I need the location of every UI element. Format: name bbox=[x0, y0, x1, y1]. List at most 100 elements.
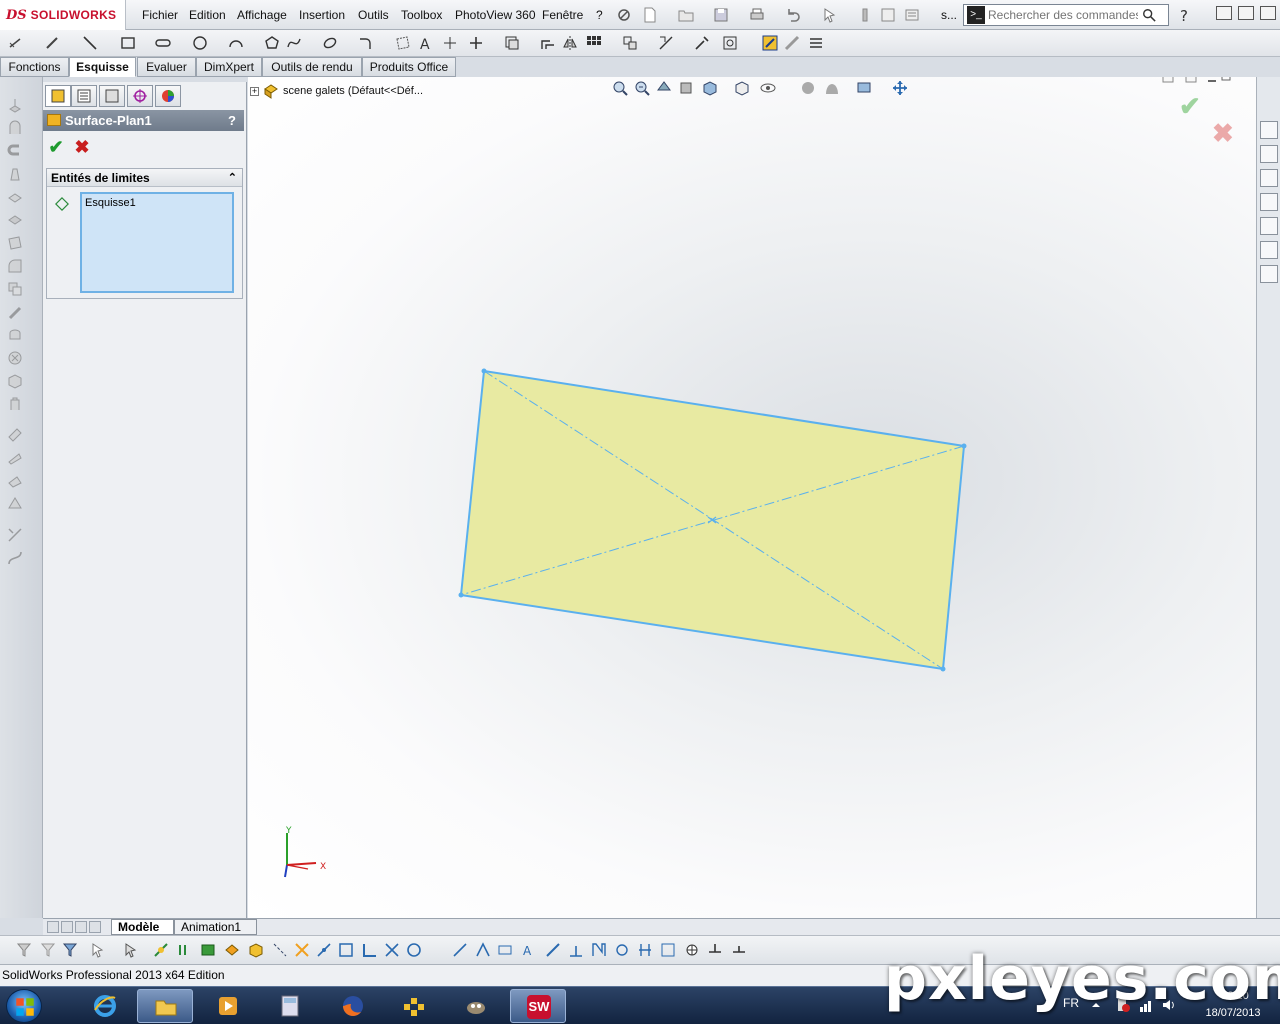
move-entities-icon[interactable] bbox=[622, 35, 638, 51]
dome-icon[interactable] bbox=[7, 396, 23, 412]
repair-sketch-icon[interactable] bbox=[694, 35, 710, 51]
planar-surface-icon[interactable] bbox=[7, 235, 23, 251]
menu-fenetre[interactable]: Fenêtre bbox=[542, 8, 583, 22]
plane-tool-icon[interactable] bbox=[395, 35, 411, 51]
arc-tool-icon[interactable] bbox=[228, 35, 244, 51]
taskbar-media-player[interactable] bbox=[200, 989, 256, 1023]
menu-photoview[interactable]: PhotoView 360 bbox=[455, 8, 536, 22]
filter-faces-icon[interactable] bbox=[200, 942, 216, 958]
tab-property-manager[interactable] bbox=[71, 85, 97, 107]
filter-geometric-tolerance-icon[interactable] bbox=[497, 942, 513, 958]
filter-midpoints-icon[interactable] bbox=[361, 942, 377, 958]
fillet-tool-icon[interactable] bbox=[44, 35, 60, 51]
wrap-icon[interactable] bbox=[7, 373, 23, 389]
mirror-entities-icon[interactable] bbox=[562, 35, 578, 51]
filter-surface-finish-icon[interactable] bbox=[475, 942, 491, 958]
curves-icon[interactable] bbox=[7, 450, 23, 466]
filter-centerline-icon[interactable] bbox=[406, 942, 422, 958]
rib-icon[interactable] bbox=[7, 304, 23, 320]
start-button[interactable] bbox=[6, 989, 42, 1023]
quick-snaps-icon[interactable] bbox=[722, 35, 738, 51]
view-palette-icon[interactable] bbox=[1260, 217, 1278, 235]
filter-solid-bodies-icon[interactable] bbox=[248, 942, 264, 958]
rectangle-tool-icon[interactable] bbox=[120, 35, 136, 51]
circle-tool-icon[interactable] bbox=[192, 35, 208, 51]
polygon-tool-icon[interactable] bbox=[264, 35, 280, 51]
first-tab-arrow-icon[interactable] bbox=[47, 921, 59, 933]
filter-clear-icon[interactable] bbox=[40, 942, 56, 958]
tab-display-manager[interactable] bbox=[155, 85, 181, 107]
sketch-vertex[interactable] bbox=[940, 666, 946, 672]
home-icon[interactable] bbox=[1260, 145, 1278, 163]
solidworks-resources-icon[interactable] bbox=[1260, 121, 1278, 139]
taskbar-calculator[interactable] bbox=[262, 989, 318, 1023]
filter-spot-welds-icon[interactable] bbox=[660, 942, 676, 958]
solidworks-logo[interactable]: DS SOLIDWORKS bbox=[0, 0, 126, 30]
restore-window-button[interactable] bbox=[1238, 6, 1254, 20]
menu-toolbox[interactable]: Toolbox bbox=[401, 8, 442, 22]
options-icon[interactable] bbox=[904, 7, 920, 23]
filter-sketch-segments-icon[interactable] bbox=[338, 942, 354, 958]
next-tab-arrow-icon[interactable] bbox=[75, 921, 87, 933]
sketch-fillet-icon[interactable] bbox=[358, 35, 374, 51]
filter-sketch-points-icon[interactable] bbox=[316, 942, 332, 958]
menu-insertion[interactable]: Insertion bbox=[299, 8, 345, 22]
collapse-icon[interactable]: ⌃ bbox=[228, 169, 237, 187]
filter-center-marks-icon[interactable] bbox=[384, 942, 400, 958]
draft-icon[interactable] bbox=[7, 327, 23, 343]
file-explorer-icon[interactable] bbox=[1260, 193, 1278, 211]
revolved-boss-icon[interactable] bbox=[7, 120, 23, 136]
shell-icon[interactable] bbox=[7, 350, 23, 366]
filter-cosmetic-threads-icon[interactable] bbox=[614, 942, 630, 958]
tab-fonctions[interactable]: Fonctions bbox=[0, 57, 69, 77]
filter-surface-bodies-icon[interactable] bbox=[224, 942, 240, 958]
taskbar-app-blocks[interactable] bbox=[386, 989, 442, 1023]
tab-produits-office[interactable]: Produits Office bbox=[362, 57, 456, 77]
curve-through-points-icon[interactable] bbox=[7, 550, 23, 566]
offset-entities-icon[interactable] bbox=[540, 35, 556, 51]
tab-outils-de-rendu[interactable]: Outils de rendu bbox=[262, 57, 362, 77]
tab-dimxpert[interactable]: DimXpert bbox=[196, 57, 262, 77]
instant2d-icon[interactable] bbox=[762, 35, 778, 51]
new-document-icon[interactable] bbox=[642, 7, 658, 23]
filter-weld-symbols-icon[interactable] bbox=[545, 942, 561, 958]
menu-overflow[interactable]: s... bbox=[941, 8, 957, 22]
filter-select-all-icon[interactable] bbox=[62, 942, 78, 958]
filter-datum-features-icon[interactable] bbox=[568, 942, 584, 958]
extruded-cut-icon[interactable] bbox=[7, 189, 23, 205]
filter-routing-points-icon[interactable] bbox=[684, 942, 700, 958]
filter-blocks-icon[interactable] bbox=[637, 942, 653, 958]
taskbar-gimp[interactable] bbox=[448, 989, 504, 1023]
help-button[interactable]: ? bbox=[228, 110, 236, 131]
graphics-area[interactable]: + scene galets (Défaut<<Déf... ✔ ✖ X Y bbox=[248, 77, 1256, 918]
filter-vertices-icon[interactable] bbox=[153, 942, 169, 958]
extruded-boss-icon[interactable] bbox=[7, 97, 23, 113]
menu-affichage[interactable]: Affichage bbox=[237, 8, 287, 22]
convert-entities-icon[interactable] bbox=[504, 35, 520, 51]
filter-axes-icon[interactable] bbox=[272, 942, 288, 958]
undo-icon[interactable] bbox=[785, 7, 801, 23]
sketch-vertex[interactable] bbox=[961, 443, 967, 449]
print-icon[interactable] bbox=[749, 7, 765, 23]
search-input[interactable] bbox=[988, 8, 1138, 22]
menu-help[interactable]: ? bbox=[596, 8, 603, 22]
filter-connection-points-icon[interactable] bbox=[707, 942, 723, 958]
tab-animation1[interactable]: Animation1 bbox=[174, 919, 257, 935]
filter-datum-targets-icon[interactable] bbox=[591, 942, 607, 958]
select-cursor-icon[interactable] bbox=[822, 7, 838, 23]
rebuild-icon[interactable] bbox=[857, 7, 873, 23]
revolved-cut-icon[interactable] bbox=[7, 212, 23, 228]
taskbar-internet-explorer[interactable] bbox=[77, 989, 133, 1023]
fillet-icon[interactable] bbox=[7, 258, 23, 274]
list-item[interactable]: Esquisse1 bbox=[85, 197, 229, 209]
tab-configuration-manager[interactable] bbox=[99, 85, 125, 107]
point-tool-icon[interactable] bbox=[442, 35, 458, 51]
tab-feature-manager[interactable] bbox=[45, 85, 71, 107]
ellipse-tool-icon[interactable] bbox=[322, 35, 338, 51]
linear-pattern-icon[interactable] bbox=[586, 35, 602, 51]
save-icon[interactable] bbox=[713, 7, 729, 23]
open-folder-icon[interactable] bbox=[678, 7, 694, 23]
custom-properties-icon[interactable] bbox=[1260, 265, 1278, 283]
previous-tab-arrow-icon[interactable] bbox=[61, 921, 73, 933]
trim-entities-icon[interactable] bbox=[468, 35, 484, 51]
